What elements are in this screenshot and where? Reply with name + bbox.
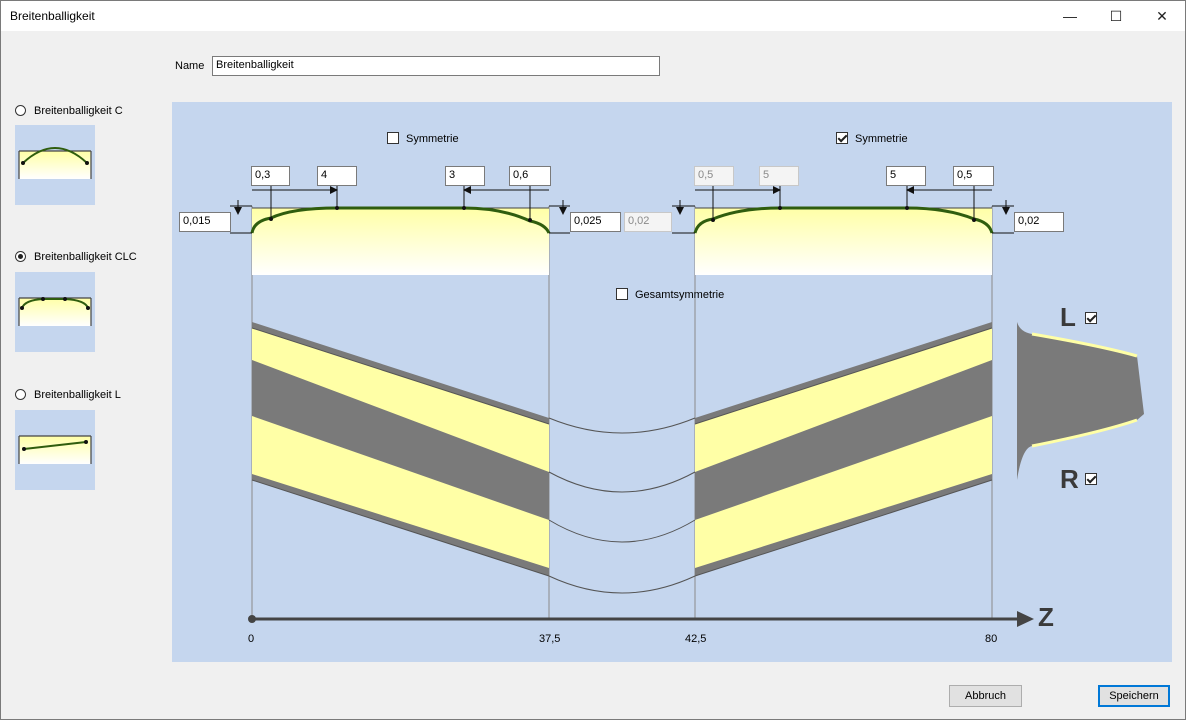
total-symmetry-checkbox[interactable] xyxy=(616,288,628,300)
radio-label-l[interactable]: Breitenballigkeit L xyxy=(34,389,121,401)
right-crown-profile xyxy=(672,182,1014,275)
thumbnail-c[interactable] xyxy=(15,125,95,205)
right-b-left-input: 0,5 xyxy=(694,166,734,186)
left-symmetry-label: Symmetrie xyxy=(406,133,459,145)
right-symmetry-label: Symmetrie xyxy=(855,133,908,145)
right-c-right-input[interactable]: 0,02 xyxy=(1014,212,1064,232)
drawing-panel: Symmetrie 0,3 4 3 0,6 0,015 0,025 Symmet… xyxy=(172,102,1172,662)
cancel-button[interactable]: Abbruch xyxy=(949,685,1022,707)
name-input[interactable]: Breitenballigkeit xyxy=(212,56,660,76)
left-tooth-flank xyxy=(251,322,550,577)
radio-breitenballigkeit-clc[interactable] xyxy=(15,251,26,262)
z-axis-label: Z xyxy=(1038,602,1054,632)
dialog-window: Breitenballigkeit — ☐ ✕ Name Breitenball… xyxy=(0,0,1186,720)
save-button[interactable]: Speichern xyxy=(1098,685,1170,707)
right-tooth-flank xyxy=(694,322,993,577)
flank-l-label: L xyxy=(1060,302,1076,332)
radio-label-clc[interactable]: Breitenballigkeit CLC xyxy=(34,251,137,263)
axis-tick-42-5: 42,5 xyxy=(685,633,707,645)
radio-label-c[interactable]: Breitenballigkeit C xyxy=(34,105,123,117)
left-b-left-input[interactable]: 0,3 xyxy=(251,166,290,186)
left-symmetry-checkbox[interactable] xyxy=(387,132,399,144)
flank-r-label: R xyxy=(1060,464,1079,494)
thumbnail-clc[interactable] xyxy=(15,272,95,352)
axis-tick-37-5: 37,5 xyxy=(539,633,561,645)
axis-tick-0: 0 xyxy=(248,633,255,645)
connecting-curves xyxy=(548,417,696,594)
right-len-right-input[interactable]: 5 xyxy=(886,166,926,186)
radio-breitenballigkeit-c[interactable] xyxy=(15,105,26,116)
crown-c-icon xyxy=(18,147,92,179)
left-len-right-input[interactable]: 3 xyxy=(445,166,485,186)
left-len-left-input[interactable]: 4 xyxy=(317,166,357,186)
left-b-right-input[interactable]: 0,6 xyxy=(509,166,551,186)
flank-r-checkbox[interactable] xyxy=(1085,473,1097,485)
right-b-right-input[interactable]: 0,5 xyxy=(953,166,994,186)
tooth-section-icon xyxy=(1017,322,1144,480)
title-bar: Breitenballigkeit — ☐ ✕ xyxy=(1,1,1185,31)
crowning-diagram xyxy=(230,182,1144,627)
right-len-left-input: 5 xyxy=(759,166,799,186)
minimize-button[interactable]: — xyxy=(1047,1,1093,31)
crown-clc-icon xyxy=(18,297,92,326)
total-symmetry-label: Gesamtsymmetrie xyxy=(635,289,725,301)
name-label: Name xyxy=(175,60,205,72)
maximize-button[interactable]: ☐ xyxy=(1093,1,1139,31)
thumbnail-l[interactable] xyxy=(15,410,95,490)
radio-breitenballigkeit-l[interactable] xyxy=(15,389,26,400)
left-crown-profile xyxy=(230,182,570,275)
close-button[interactable]: ✕ xyxy=(1139,1,1185,31)
left-c-right-input[interactable]: 0,025 xyxy=(570,212,621,232)
z-axis xyxy=(248,611,1034,627)
left-c-left-input[interactable]: 0,015 xyxy=(179,212,231,232)
right-symmetry-checkbox[interactable] xyxy=(836,132,848,144)
axis-tick-80: 80 xyxy=(985,633,998,645)
crown-l-icon xyxy=(18,435,92,464)
window-title: Breitenballigkeit xyxy=(10,9,95,23)
right-c-left-input: 0,02 xyxy=(624,212,672,232)
flank-l-checkbox[interactable] xyxy=(1085,312,1097,324)
